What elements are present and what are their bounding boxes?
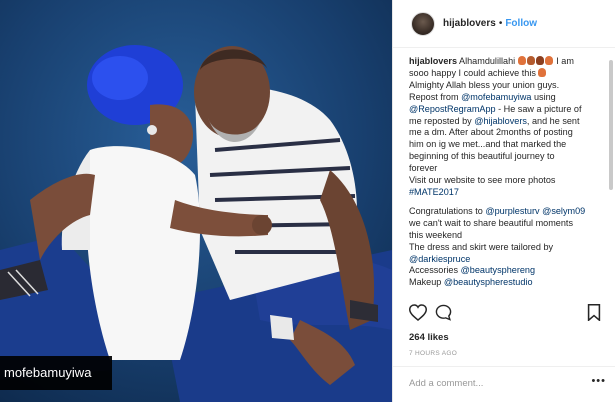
caption-line: me a dm. After about 2months of posting — [409, 127, 597, 139]
caption-text: we can't wait to share beautiful moments — [409, 217, 573, 228]
caption-link[interactable]: @hijablovers — [474, 116, 527, 126]
caption-scrollbar[interactable] — [609, 60, 613, 190]
caption-text: I am — [553, 56, 574, 66]
action-bar — [408, 304, 601, 328]
emoji-icon — [526, 56, 535, 65]
caption-text: this weekend — [409, 229, 463, 240]
caption-text: beginning of this beautiful journey to — [409, 151, 555, 162]
caption-gap — [409, 199, 597, 206]
caption-text: Accessories — [409, 265, 461, 276]
comment-icon[interactable] — [435, 304, 452, 326]
caption-text: Repost from — [409, 91, 462, 102]
caption-link[interactable]: @selym09 — [542, 206, 585, 216]
caption-text: forever — [409, 163, 438, 174]
emoji-icon — [544, 56, 553, 65]
caption-line: Almighty Allah bless your union guys. — [409, 80, 597, 92]
likes-count[interactable]: 264 likes — [409, 332, 449, 343]
caption-text: using — [531, 91, 556, 102]
caption-text: him on ig we met...and that marked the — [409, 139, 567, 150]
more-options-button[interactable]: ••• — [591, 375, 606, 387]
post-caption: hijablovers Alhamdulillahi I am sooo happ… — [409, 56, 597, 298]
caption-line: #MATE2017 — [409, 187, 597, 199]
caption-text: The dress and skirt were tailored by — [409, 241, 554, 252]
follow-button[interactable]: Follow — [505, 18, 537, 29]
caption-text: Almighty Allah bless your union guys. — [409, 79, 560, 90]
caption-link[interactable]: @RepostRegramApp — [409, 104, 496, 114]
caption-line: @RepostRegramApp - He saw a picture of — [409, 104, 597, 116]
photo-watermark: mofebamuyiwa — [0, 356, 112, 390]
caption-text: sooo happy I could achieve this — [409, 67, 539, 78]
caption-text: me reposted by — [409, 115, 475, 126]
caption-line: Makeup @beautyspherestudio — [409, 277, 597, 289]
emoji-icon — [517, 56, 526, 65]
post-header: hijablovers • Follow — [393, 0, 615, 48]
caption-text: Visit our website to see more photos — [409, 175, 556, 186]
caption-line: Accessories @beautysphereng — [409, 265, 597, 277]
post-sidebar: hijablovers • Follow hijablovers Alhamdu… — [392, 0, 615, 402]
avatar[interactable] — [411, 11, 435, 36]
caption-line: beginning of this beautiful journey to — [409, 151, 597, 163]
caption-line: sooo happy I could achieve this — [409, 67, 597, 80]
caption-line: we can't wait to share beautiful moments — [409, 218, 597, 230]
caption-line: this weekend — [409, 230, 597, 242]
heart-icon[interactable] — [408, 304, 428, 326]
couple-photo-illustration — [0, 0, 392, 402]
caption-link[interactable]: @darkiespruce — [409, 254, 470, 264]
caption-text: , and he sent — [526, 115, 580, 126]
username-link[interactable]: hijablovers — [443, 18, 496, 29]
caption-line: him on ig we met...and that marked the — [409, 139, 597, 151]
caption-link[interactable]: @mofebamuyiwa — [461, 92, 531, 102]
caption-line: The dress and skirt were tailored by — [409, 242, 597, 254]
caption-line: Visit our website to see more photos — [409, 175, 597, 187]
caption-text: - He saw a picture of — [495, 103, 582, 114]
caption-text: me a dm. After about 2months of posting — [409, 127, 573, 138]
caption-username[interactable]: hijablovers — [409, 56, 457, 66]
caption-link[interactable]: @beautyspherestudio — [444, 277, 533, 287]
caption-text: Alhamdulillahi — [457, 56, 518, 66]
comment-bar: ••• — [393, 366, 615, 402]
caption-link[interactable]: @purplesturv — [485, 206, 539, 216]
caption-line: hijablovers Alhamdulillahi I am — [409, 56, 597, 68]
caption-link[interactable]: #MATE2017 — [409, 187, 459, 197]
post-photo[interactable]: mofebamuyiwa — [0, 0, 392, 402]
caption-line: @darkiespruce — [409, 254, 597, 266]
separator-dot: • — [498, 18, 503, 29]
caption-line: Congratulations to @purplesturv @selym09 — [409, 206, 597, 218]
post-time: 7 HOURS AGO — [409, 350, 458, 357]
emoji-icon — [535, 56, 544, 65]
emoji-icon — [538, 67, 547, 77]
caption-line: Repost from @mofebamuyiwa using — [409, 92, 597, 104]
caption-text: Congratulations to — [409, 205, 486, 216]
caption-line: forever — [409, 163, 597, 175]
caption-line: me reposted by @hijablovers, and he sent — [409, 116, 597, 128]
caption-link[interactable]: @beautysphereng — [461, 265, 535, 275]
bookmark-icon[interactable] — [587, 304, 601, 326]
caption-text: Makeup — [409, 277, 444, 288]
comment-input[interactable] — [409, 376, 579, 390]
